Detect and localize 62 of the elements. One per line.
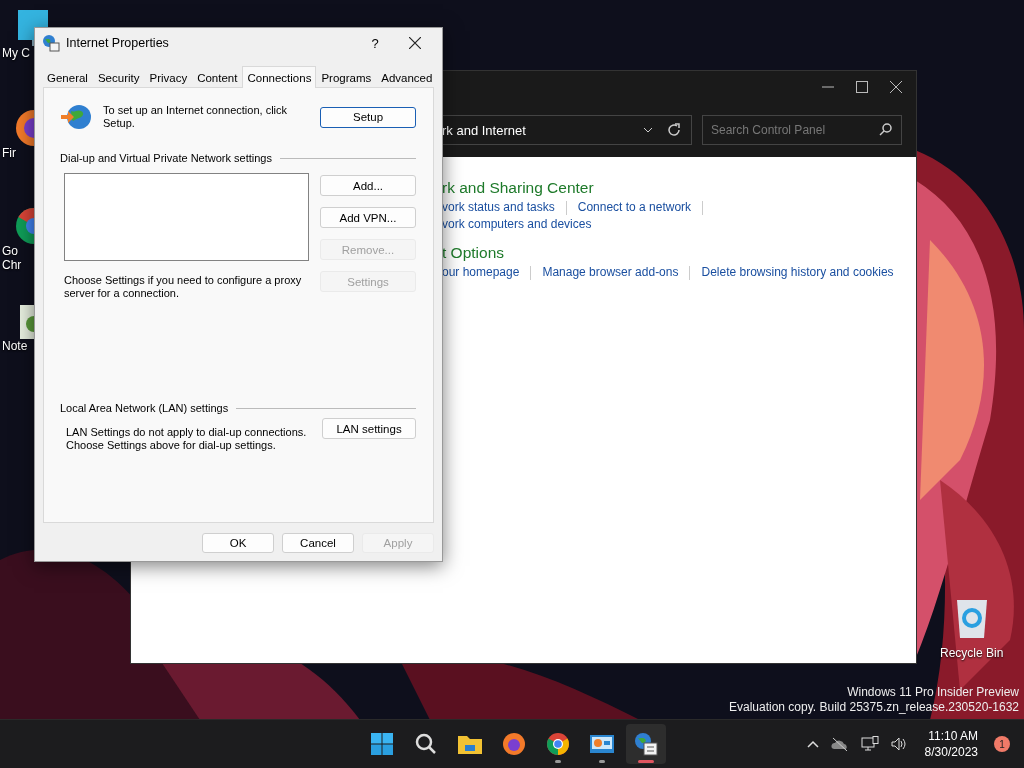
task-link[interactable]: our homepage <box>442 264 520 281</box>
category-title[interactable]: rk and Sharing Center <box>442 177 594 199</box>
clock[interactable]: 11:10 AM 8/30/2023 <box>924 728 978 760</box>
icon-label: Note <box>2 339 28 353</box>
help-button[interactable]: ? <box>358 29 392 57</box>
taskbar-app[interactable] <box>626 724 666 764</box>
folder-icon <box>457 733 483 755</box>
section-title: Dial-up and Virtual Private Network settings <box>60 152 272 165</box>
close-icon[interactable] <box>890 81 902 93</box>
firefox-icon <box>16 110 34 146</box>
icon-label: My C <box>2 46 30 60</box>
tab[interactable]: Advanced <box>376 68 438 87</box>
watermark-text: Windows 11 Pro Insider Preview <box>847 685 1019 700</box>
tab[interactable]: Security <box>92 68 145 87</box>
task-link[interactable]: vork computers and devices <box>442 216 592 233</box>
chevron-up-icon[interactable] <box>806 740 819 748</box>
dialog-button[interactable]: Add... <box>320 175 416 196</box>
task-link[interactable]: Connect to a network <box>577 199 692 216</box>
network-icon[interactable] <box>860 736 879 752</box>
chevron-down-icon[interactable] <box>643 127 653 133</box>
tab[interactable]: Content <box>192 68 243 87</box>
notepad-icon <box>20 305 34 339</box>
setup-text: To set up an Internet connection, click Setup. <box>103 104 289 130</box>
chrome-icon <box>16 208 34 244</box>
internet-options-icon <box>634 732 658 756</box>
globe-icon <box>60 102 94 132</box>
section-title: Local Area Network (LAN) settings <box>60 402 229 415</box>
firefox-icon <box>502 732 526 756</box>
tab[interactable]: Programs <box>316 68 377 87</box>
proxy-note: Choose Settings if you need to configure a proxy server for a connection. <box>64 274 303 300</box>
maximize-icon[interactable] <box>856 81 868 93</box>
search-icon[interactable] <box>879 123 892 136</box>
notification-badge[interactable]: 1 <box>994 736 1010 752</box>
chrome-icon <box>546 732 570 756</box>
window-title: Internet Properties <box>66 36 170 50</box>
speaker-icon[interactable] <box>890 737 907 751</box>
task-link[interactable]: Delete browsing history and cookies <box>701 264 894 281</box>
close-icon <box>409 37 421 49</box>
tab[interactable]: Privacy <box>144 68 193 87</box>
tab[interactable]: Connections <box>242 66 317 88</box>
refresh-icon[interactable] <box>667 123 681 137</box>
setup-button[interactable]: Setup <box>320 106 416 128</box>
task-link[interactable]: Manage browser add-ons <box>542 264 679 281</box>
cloud-off-icon[interactable] <box>830 737 849 751</box>
lan-settings-button[interactable]: LAN settings <box>322 418 416 439</box>
search-field[interactable]: Search Control Panel <box>702 115 902 145</box>
lan-note: LAN Settings do not apply to dial-up connections. Choose Settings above for dial-up settings. <box>66 426 308 452</box>
icon-label: Recycle Bin <box>940 646 1004 660</box>
connection-list[interactable] <box>64 173 309 261</box>
task-link[interactable]: vork status and tasks <box>442 199 555 216</box>
internet-options-icon <box>42 34 60 52</box>
dialog-button[interactable]: Cancel <box>282 533 354 553</box>
icon-label: Go <box>2 244 18 258</box>
dialog-button[interactable]: Add VPN... <box>320 207 416 228</box>
control-panel-icon <box>589 733 615 755</box>
category-title[interactable]: t Options <box>442 242 505 264</box>
dialog-button[interactable]: OK <box>202 533 274 553</box>
windows-logo-icon <box>370 732 394 756</box>
icon-label: Fir <box>2 146 16 160</box>
icon-label: Chr <box>2 258 22 272</box>
search-icon <box>414 732 438 756</box>
tab[interactable]: General <box>42 68 93 87</box>
